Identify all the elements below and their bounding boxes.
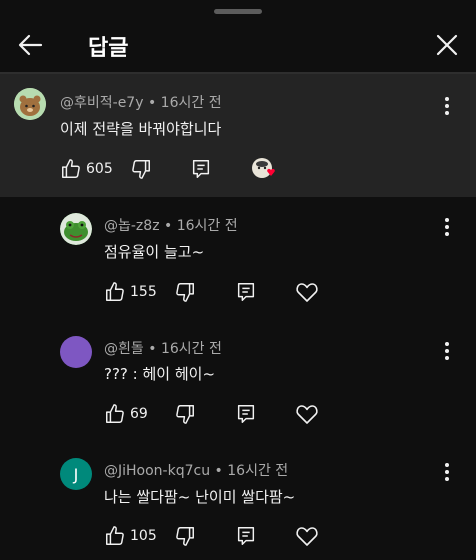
like-count: 605	[86, 161, 113, 177]
comment-actions: 105	[104, 523, 334, 549]
dislike-button[interactable]	[174, 523, 196, 549]
comment-meta: @JiHoon-kq7cu • 16시간 전	[104, 460, 288, 480]
author-name[interactable]: @후비적-e7y	[60, 95, 144, 111]
comment-time: 16시간 전	[160, 95, 222, 111]
heart-button[interactable]	[295, 279, 319, 305]
reply-button[interactable]	[235, 523, 257, 549]
thumbs-up-icon	[60, 158, 82, 180]
thumbs-up-icon	[104, 525, 126, 547]
avatar[interactable]	[60, 213, 92, 245]
page-title: 답글	[88, 36, 129, 61]
parent-comment: @후비적-e7y • 16시간 전 이제 전략을 바꿔야합니다 605	[0, 74, 476, 197]
reply-item: @놉-z8z • 16시간 전 점유율이 늘고~ 155	[0, 198, 476, 310]
comment-actions: 155	[104, 279, 334, 305]
replies-panel: 답글 @후비적-e7y • 16시간 전 이제 전략을 바꿔야합니다 605 @…	[0, 0, 476, 560]
comment-time: 16시간 전	[176, 218, 238, 234]
comment-actions: 69	[104, 401, 334, 427]
avatar[interactable]	[60, 336, 92, 368]
like-button[interactable]: 605	[60, 156, 113, 182]
close-icon[interactable]	[430, 28, 464, 62]
comment-text: ??? : 헤이 헤이~	[104, 365, 216, 383]
avatar-letter: J	[73, 464, 79, 484]
dislike-button[interactable]	[174, 401, 196, 427]
more-vert-icon[interactable]	[437, 339, 457, 363]
reply-item: @흰돌 • 16시간 전 ??? : 헤이 헤이~ 69	[0, 322, 476, 434]
reply-icon	[235, 281, 257, 303]
author-name[interactable]: @JiHoon-kq7cu	[104, 463, 210, 479]
meta-separator: •	[148, 341, 161, 357]
dislike-button[interactable]	[174, 279, 196, 305]
more-vert-icon[interactable]	[437, 94, 457, 118]
comment-meta: @놉-z8z • 16시간 전	[104, 215, 238, 235]
like-button[interactable]: 105	[104, 523, 157, 549]
heart-icon	[295, 403, 319, 425]
reply-icon	[190, 158, 212, 180]
thumbs-down-icon	[174, 281, 196, 303]
like-button[interactable]: 69	[104, 401, 148, 427]
reply-item: J @JiHoon-kq7cu • 16시간 전 나는 쌀다팜~ 난이미 쌀다팜…	[0, 446, 476, 560]
thumbs-up-icon	[104, 403, 126, 425]
arrow-left-icon[interactable]	[14, 28, 48, 62]
comment-text: 점유율이 늘고~	[104, 243, 205, 261]
thumbs-down-icon	[130, 158, 152, 180]
thumbs-up-icon	[104, 281, 126, 303]
comment-time: 16시간 전	[227, 463, 289, 479]
comment-text: 이제 전략을 바꿔야합니다	[60, 120, 222, 138]
heart-icon	[295, 525, 319, 547]
comment-time: 16시간 전	[160, 341, 222, 357]
comment-actions: 605	[60, 156, 300, 182]
reply-icon	[235, 525, 257, 547]
like-count: 105	[130, 528, 157, 544]
like-count: 155	[130, 284, 157, 300]
dislike-button[interactable]	[130, 156, 152, 182]
avatar[interactable]	[14, 88, 46, 120]
reply-icon	[235, 403, 257, 425]
comment-text: 나는 쌀다팜~ 난이미 쌀다팜~	[104, 488, 296, 506]
creator-heart-icon	[250, 156, 278, 182]
reply-button[interactable]	[190, 156, 212, 182]
comment-meta: @후비적-e7y • 16시간 전	[60, 92, 222, 112]
comment-meta: @흰돌 • 16시간 전	[104, 338, 222, 358]
author-name[interactable]: @놉-z8z	[104, 218, 160, 234]
reply-button[interactable]	[235, 279, 257, 305]
like-button[interactable]: 155	[104, 279, 157, 305]
thumbs-down-icon	[174, 403, 196, 425]
thumbs-down-icon	[174, 525, 196, 547]
heart-icon	[295, 281, 319, 303]
reply-button[interactable]	[235, 401, 257, 427]
like-count: 69	[130, 406, 148, 422]
drag-handle[interactable]	[214, 9, 262, 14]
avatar[interactable]: J	[60, 458, 92, 490]
meta-separator: •	[214, 463, 228, 479]
meta-separator: •	[147, 95, 161, 111]
header: 답글	[0, 20, 476, 72]
meta-separator: •	[164, 218, 177, 234]
creator-heart	[250, 156, 278, 182]
heart-button[interactable]	[295, 523, 319, 549]
more-vert-icon[interactable]	[437, 215, 457, 239]
author-name[interactable]: @흰돌	[104, 341, 144, 357]
heart-button[interactable]	[295, 401, 319, 427]
more-vert-icon[interactable]	[437, 460, 457, 484]
